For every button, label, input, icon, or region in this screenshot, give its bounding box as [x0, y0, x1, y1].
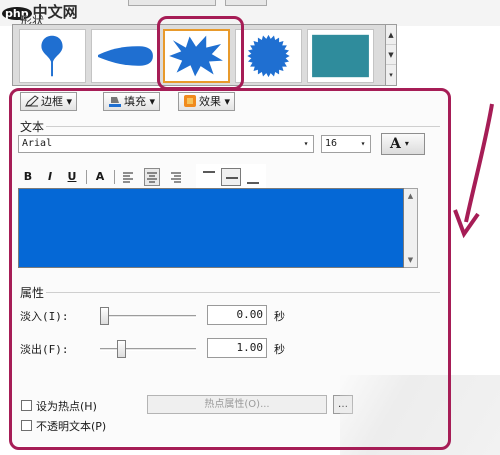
highlight-selected-shape	[157, 16, 244, 90]
top-button-right[interactable]	[225, 0, 267, 6]
shape-rectangle[interactable]	[307, 29, 374, 83]
teardrop-shape-icon	[98, 46, 153, 66]
shape-seal[interactable]	[235, 29, 302, 83]
annotation-arrow-icon	[453, 103, 494, 239]
highlight-panel	[9, 88, 451, 450]
shape-teardrop[interactable]	[91, 29, 158, 83]
scroll-down-icon[interactable]: ▼	[386, 45, 396, 65]
starburst-shape-icon	[247, 34, 290, 78]
pin-shape-icon	[41, 35, 63, 77]
rectangle-shape-icon	[312, 34, 369, 78]
top-button-left[interactable]	[128, 0, 216, 6]
scroll-up-icon[interactable]: ▲	[386, 25, 396, 45]
shape-pin[interactable]	[19, 29, 86, 83]
scroll-more-icon[interactable]: ▾	[386, 65, 396, 85]
gallery-scrollbar[interactable]: ▲ ▼ ▾	[385, 24, 397, 86]
